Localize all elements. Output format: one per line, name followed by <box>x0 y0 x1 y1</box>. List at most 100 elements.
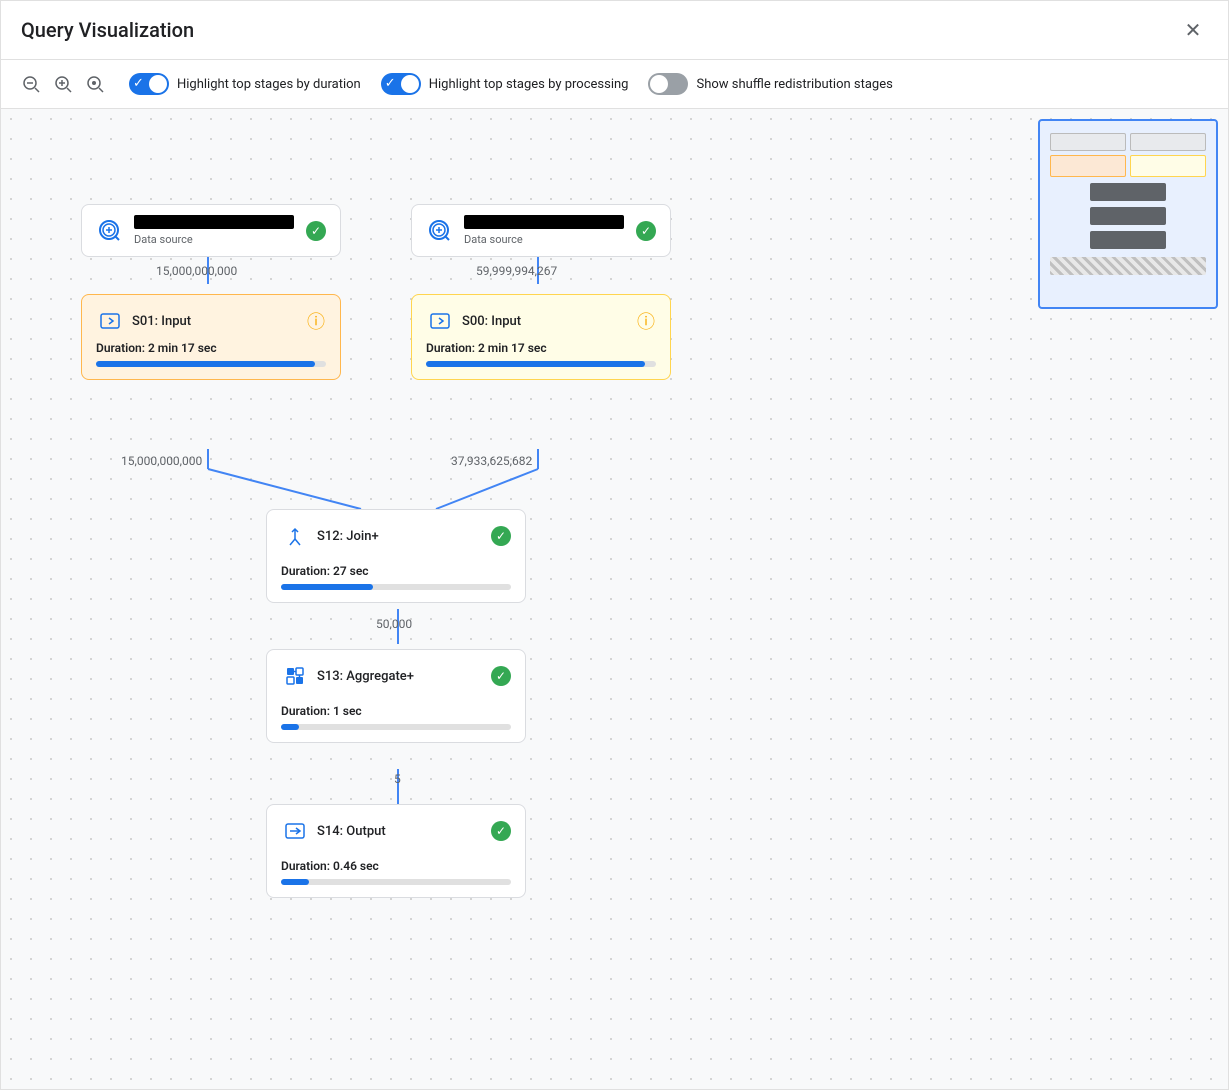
s12-title: S12: Join+ <box>317 529 379 544</box>
s12-progress-fill <box>281 584 373 590</box>
minimap[interactable] <box>1038 119 1218 309</box>
s01-header-left: S01: Input <box>96 307 191 335</box>
datasource-1-status <box>306 221 326 241</box>
edge-label-4: 37,933,625,682 <box>451 454 532 468</box>
datasource-node-1[interactable]: Data source <box>81 204 341 257</box>
datasource-node-2[interactable]: Data source <box>411 204 671 257</box>
s13-duration: Duration: 1 sec <box>281 704 511 718</box>
s14-progress-bg <box>281 879 511 885</box>
s01-icon <box>96 307 124 335</box>
zoom-out-button[interactable] <box>17 70 45 98</box>
s00-header: S00: Input ⓘ <box>426 307 656 335</box>
query-visualization-dialog: Query Visualization ✕ <box>0 0 1229 1090</box>
minimap-block <box>1130 133 1206 151</box>
edge-label-6: 5 <box>394 772 401 786</box>
toggle-shuffle-group: ✓ Show shuffle redistribution stages <box>648 73 892 95</box>
join-icon <box>284 525 306 547</box>
toggle-duration-group: ✓ Highlight top stages by duration <box>129 73 361 95</box>
toggle-shuffle-knob <box>650 75 668 93</box>
s13-icon <box>281 662 309 690</box>
s01-duration: Duration: 2 min 17 sec <box>96 341 326 355</box>
aggregate-icon <box>284 665 306 687</box>
datasource-2-status <box>636 221 656 241</box>
minimap-inner <box>1040 121 1216 307</box>
zoom-reset-icon <box>85 74 105 94</box>
datasource-1-name-bar <box>134 215 294 229</box>
minimap-row2 <box>1050 155 1206 177</box>
toggle-duration[interactable]: ✓ <box>129 73 169 95</box>
toggle-processing[interactable]: ✓ <box>381 73 421 95</box>
datasource-2-title-block: Data source <box>464 215 626 246</box>
input-icon <box>99 310 121 332</box>
s14-header: S14: Output <box>281 817 511 845</box>
s01-title: S01: Input <box>132 314 191 329</box>
edge-label-2: 59,999,994,267 <box>476 264 557 278</box>
toggle-duration-knob <box>149 75 167 93</box>
s13-header: S13: Aggregate+ <box>281 662 511 690</box>
zoom-in-button[interactable] <box>49 70 77 98</box>
toggle-processing-group: ✓ Highlight top stages by processing <box>381 73 629 95</box>
s12-duration: Duration: 27 sec <box>281 564 511 578</box>
s01-header: S01: Input ⓘ <box>96 307 326 335</box>
s00-progress-bg <box>426 361 656 367</box>
s14-output-node[interactable]: S14: Output Duration: 0.46 sec <box>266 804 526 898</box>
minimap-output-block <box>1090 231 1166 249</box>
s00-header-left: S00: Input <box>426 307 521 335</box>
search-chart-icon-2 <box>427 218 453 244</box>
minimap-join-block <box>1090 183 1166 201</box>
s14-title: S14: Output <box>317 824 386 839</box>
toggle-duration-check: ✓ <box>133 76 144 91</box>
s00-input-node[interactable]: S00: Input ⓘ Duration: 2 min 17 sec <box>411 294 671 380</box>
dialog-title: Query Visualization <box>21 18 194 42</box>
toolbar: ✓ Highlight top stages by duration ✓ Hig… <box>1 60 1228 109</box>
input-icon-2 <box>429 310 451 332</box>
s13-aggregate-node[interactable]: S13: Aggregate+ Duration: 1 sec <box>266 649 526 743</box>
s00-icon <box>426 307 454 335</box>
s00-info-icon[interactable]: ⓘ <box>636 311 656 331</box>
s12-status <box>491 526 511 546</box>
s13-header-left: S13: Aggregate+ <box>281 662 414 690</box>
zoom-out-icon <box>21 74 41 94</box>
s14-status <box>491 821 511 841</box>
datasource-2-label: Data source <box>464 233 626 246</box>
zoom-controls <box>17 70 109 98</box>
s12-header: S12: Join+ <box>281 522 511 550</box>
minimap-agg-block <box>1090 207 1166 225</box>
datasource-icon-2 <box>426 217 454 245</box>
close-button[interactable]: ✕ <box>1178 15 1208 45</box>
minimap-stripe <box>1050 257 1206 275</box>
title-bar: Query Visualization ✕ <box>1 1 1228 60</box>
s01-info-icon[interactable]: ⓘ <box>306 311 326 331</box>
s00-title: S00: Input <box>462 314 521 329</box>
s12-header-left: S12: Join+ <box>281 522 379 550</box>
toggle-processing-knob <box>401 75 419 93</box>
datasource-1-title-block: Data source <box>134 215 296 246</box>
datasource-icon-1 <box>96 217 124 245</box>
search-chart-icon <box>97 218 123 244</box>
toggle-processing-label: Highlight top stages by processing <box>429 77 629 92</box>
s12-join-node[interactable]: S12: Join+ Duration: 27 sec <box>266 509 526 603</box>
minimap-row1 <box>1050 133 1206 151</box>
s00-progress-fill <box>426 361 645 367</box>
s13-title: S13: Aggregate+ <box>317 669 414 684</box>
s13-progress-fill <box>281 724 299 730</box>
s13-progress-bg <box>281 724 511 730</box>
s14-icon <box>281 817 309 845</box>
toggle-shuffle-label: Show shuffle redistribution stages <box>696 77 892 92</box>
toggle-shuffle[interactable]: ✓ <box>648 73 688 95</box>
datasource-2-name-bar <box>464 215 624 229</box>
s12-progress-bg <box>281 584 511 590</box>
zoom-reset-button[interactable] <box>81 70 109 98</box>
canvas-area[interactable]: Data source 15,000,000,000 Data source <box>1 109 1228 1089</box>
s13-status <box>491 666 511 686</box>
s12-icon <box>281 522 309 550</box>
s14-header-left: S14: Output <box>281 817 386 845</box>
s13-spacer <box>281 696 511 704</box>
toggle-duration-label: Highlight top stages by duration <box>177 77 361 92</box>
s14-progress-fill <box>281 879 309 885</box>
minimap-block <box>1050 133 1126 151</box>
s01-progress-bg <box>96 361 326 367</box>
s01-input-node[interactable]: S01: Input ⓘ Duration: 2 min 17 sec <box>81 294 341 380</box>
edge-label-5: 50,000 <box>376 617 412 631</box>
s12-spacer <box>281 556 511 564</box>
